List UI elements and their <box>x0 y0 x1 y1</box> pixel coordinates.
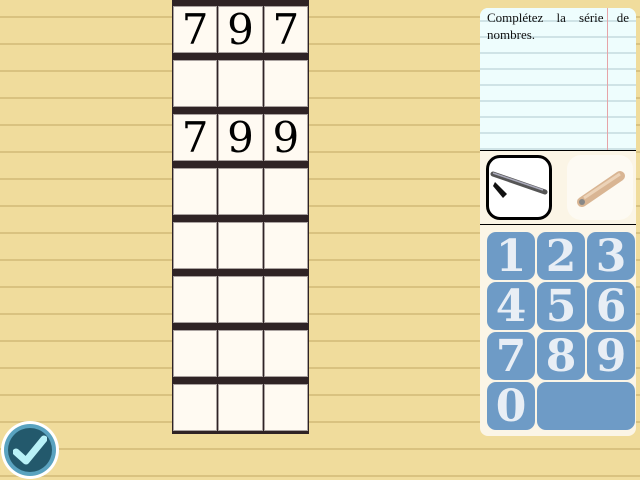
grid-row: 797 <box>173 5 308 54</box>
pen-tool-button[interactable] <box>486 155 552 220</box>
grid-cell[interactable] <box>218 330 263 377</box>
grid-cell[interactable] <box>263 60 308 107</box>
key-3[interactable]: 3 <box>587 231 635 282</box>
grid-cell[interactable] <box>173 168 218 215</box>
grid-cell[interactable] <box>218 276 263 323</box>
grid-row <box>173 276 308 323</box>
grid-cell[interactable] <box>173 60 218 107</box>
grid-cell[interactable] <box>263 384 308 431</box>
grid-cell[interactable] <box>218 60 263 107</box>
grid-cell[interactable] <box>263 168 308 215</box>
key-9[interactable]: 9 <box>587 331 635 382</box>
grid-cell[interactable] <box>218 384 263 431</box>
grid-cell[interactable] <box>263 276 308 323</box>
validate-button[interactable] <box>1 421 59 479</box>
checkmark-icon <box>13 435 47 465</box>
instruction-notepad: Complétez la série de nombres. <box>480 8 636 151</box>
grid-cell[interactable]: 7 <box>173 113 218 162</box>
key-8[interactable]: 8 <box>537 331 585 382</box>
grid-row <box>173 60 308 107</box>
grid-row: 799 <box>173 113 308 162</box>
grid-cell[interactable] <box>173 330 218 377</box>
grid-cell[interactable] <box>263 330 308 377</box>
grid-cell[interactable] <box>173 384 218 431</box>
instruction-text: Complétez la série de nombres. <box>487 10 629 42</box>
key-6[interactable]: 6 <box>587 281 635 332</box>
grid-row <box>173 384 308 431</box>
pencil-icon <box>577 170 625 207</box>
grid-cell[interactable] <box>173 222 218 269</box>
key-1[interactable]: 1 <box>487 231 535 282</box>
grid-row <box>173 222 308 269</box>
grid-cell[interactable] <box>173 276 218 323</box>
key-5[interactable]: 5 <box>537 281 585 332</box>
key-0[interactable]: 0 <box>487 381 535 432</box>
number-grid: 797799 <box>172 0 309 434</box>
grid-cell[interactable] <box>218 222 263 269</box>
grid-cell[interactable]: 7 <box>263 5 308 54</box>
grid-cell[interactable]: 9 <box>263 113 308 162</box>
grid-cell[interactable]: 7 <box>173 5 218 54</box>
grid-cell[interactable] <box>218 168 263 215</box>
grid-cell[interactable]: 9 <box>218 113 263 162</box>
key-2[interactable]: 2 <box>537 231 585 282</box>
key-4[interactable]: 4 <box>487 281 535 332</box>
key-7[interactable]: 7 <box>487 331 535 382</box>
grid-cell[interactable]: 9 <box>218 5 263 54</box>
grid-row <box>173 168 308 215</box>
key-blank[interactable] <box>537 382 635 430</box>
pencil-tool-button[interactable] <box>567 155 633 220</box>
pen-icon <box>490 171 548 198</box>
grid-cell[interactable] <box>263 222 308 269</box>
tool-selector <box>480 151 636 225</box>
grid-row <box>173 330 308 377</box>
